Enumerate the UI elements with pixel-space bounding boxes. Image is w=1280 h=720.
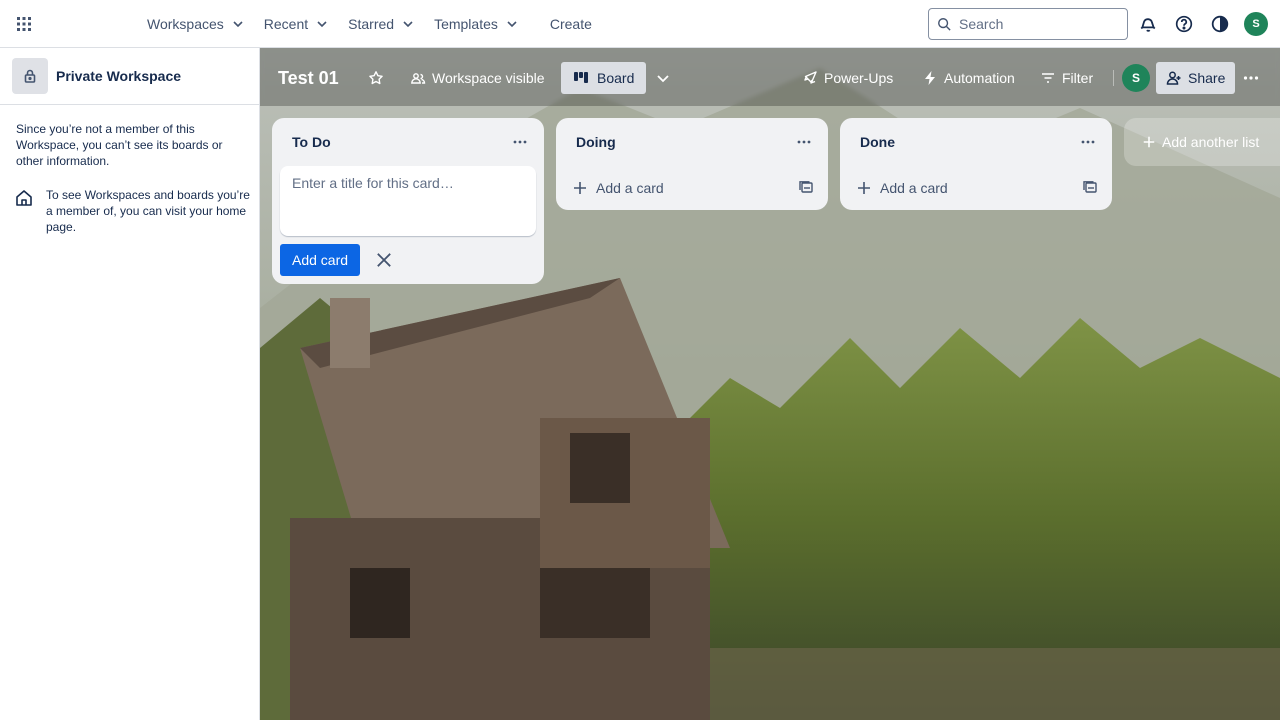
workspace-visible-button[interactable]: Workspace visible: [410, 62, 545, 94]
workspace-visible-label: Workspace visible: [432, 70, 545, 86]
add-a-card-row: Add a card: [840, 166, 1112, 210]
list-title[interactable]: Doing: [576, 134, 616, 150]
share-label: Share: [1188, 70, 1226, 86]
list-menu-icon[interactable]: [1076, 130, 1100, 154]
automation-label: Automation: [944, 70, 1015, 86]
create-from-template-icon[interactable]: [1082, 179, 1098, 198]
chevron-down-icon: [507, 21, 517, 28]
create-from-template-icon[interactable]: [798, 179, 814, 198]
plus-icon: [1143, 136, 1155, 148]
add-a-card-row: Add a card: [556, 166, 828, 210]
add-a-card-button[interactable]: Add a card: [856, 180, 948, 196]
star-board-icon[interactable]: [368, 62, 384, 94]
workspaces-menu-button[interactable]: Workspaces: [138, 8, 255, 40]
workspaces-menu-label: Workspaces: [147, 16, 224, 32]
lightning-icon: [925, 71, 935, 85]
theme-toggle-icon[interactable]: [1208, 12, 1232, 36]
templates-menu-button[interactable]: Templates: [425, 8, 529, 40]
list-doing: Doing Add a card: [556, 118, 828, 210]
home-hint-text: To see Workspaces and boards you’re a me…: [46, 188, 250, 234]
create-button[interactable]: Create: [541, 8, 601, 40]
workspace-name: Private Workspace: [56, 68, 182, 84]
close-icon[interactable]: [368, 244, 400, 276]
add-a-card-label: Add a card: [596, 180, 664, 196]
share-button[interactable]: Share: [1156, 62, 1236, 94]
create-label: Create: [549, 16, 592, 32]
add-a-card-button[interactable]: Add a card: [572, 180, 664, 196]
lock-icon: [12, 58, 48, 94]
rocket-icon: [804, 71, 817, 84]
home-icon: [16, 190, 32, 206]
list-menu-icon[interactable]: [508, 130, 532, 154]
power-ups-label: Power-Ups: [824, 70, 894, 86]
recent-menu-label: Recent: [263, 16, 309, 32]
recent-menu-button[interactable]: Recent: [255, 8, 339, 40]
filter-label: Filter: [1062, 70, 1094, 86]
board-view-icon: [574, 72, 588, 83]
board-view-label: Board: [597, 70, 635, 86]
home-hint-row[interactable]: To see Workspaces and boards you’re a me…: [0, 169, 259, 235]
starred-menu-button[interactable]: Starred: [339, 8, 425, 40]
workspace-header: Private Workspace: [0, 48, 259, 105]
list-title[interactable]: To Do: [292, 134, 331, 150]
board-member-initial: S: [1122, 64, 1150, 92]
power-ups-button[interactable]: Power-Ups: [802, 62, 893, 94]
header-divider: [1113, 70, 1114, 86]
search-placeholder: Search: [959, 16, 1004, 32]
list-done: Done Add a card: [840, 118, 1112, 210]
starred-menu-label: Starred: [348, 16, 395, 32]
templates-menu-label: Templates: [434, 16, 498, 32]
visibility-icon: [411, 73, 426, 84]
board-header: Test 01 Workspace visible Board Power-Up…: [260, 48, 1280, 106]
user-avatar[interactable]: S: [1244, 12, 1268, 36]
chevron-down-icon: [317, 21, 327, 28]
nav-menu: Workspaces Recent Starred Templates Crea…: [138, 8, 601, 40]
user-avatar-initial: S: [1244, 12, 1268, 36]
sidebar: Private Workspace Since you’re not a mem…: [0, 48, 260, 720]
composer-actions: Add card: [272, 236, 544, 284]
list-to-do: To Do Add card: [272, 118, 544, 284]
chevron-down-icon: [233, 21, 243, 28]
app-switcher-icon[interactable]: [8, 8, 40, 40]
board-title[interactable]: Test 01: [278, 62, 339, 94]
card-composer: [280, 166, 536, 236]
add-a-card-label: Add a card: [880, 180, 948, 196]
board-member-avatar[interactable]: S: [1122, 62, 1150, 94]
list-header: To Do: [272, 118, 544, 166]
top-navigation: Workspaces Recent Starred Templates Crea…: [0, 0, 1280, 48]
add-card-button[interactable]: Add card: [280, 244, 361, 276]
board-canvas: Test 01 Workspace visible Board Power-Up…: [260, 48, 1280, 720]
filter-icon: [1042, 73, 1054, 83]
view-switcher-chevron-icon[interactable]: [655, 62, 671, 94]
list-header: Done: [840, 118, 1112, 166]
non-member-notice: Since you’re not a member of this Worksp…: [16, 122, 223, 168]
add-another-list-label: Add another list: [1162, 134, 1260, 150]
add-person-icon: [1166, 71, 1181, 85]
more-options-icon[interactable]: [1243, 62, 1259, 94]
plus-icon: [574, 182, 586, 194]
search-input[interactable]: Search: [928, 8, 1128, 40]
card-title-input[interactable]: [292, 175, 524, 227]
filter-button[interactable]: Filter: [1040, 62, 1093, 94]
plus-icon: [858, 182, 870, 194]
help-icon[interactable]: [1172, 12, 1196, 36]
list-menu-icon[interactable]: [792, 130, 816, 154]
chevron-down-icon: [403, 21, 413, 28]
board-view-button[interactable]: Board: [561, 62, 647, 94]
automation-button[interactable]: Automation: [922, 62, 1015, 94]
notifications-bell-icon[interactable]: [1136, 12, 1160, 36]
list-title[interactable]: Done: [860, 134, 895, 150]
list-header: Doing: [556, 118, 828, 166]
search-icon: [938, 18, 951, 31]
add-another-list-button[interactable]: Add another list: [1124, 118, 1280, 166]
